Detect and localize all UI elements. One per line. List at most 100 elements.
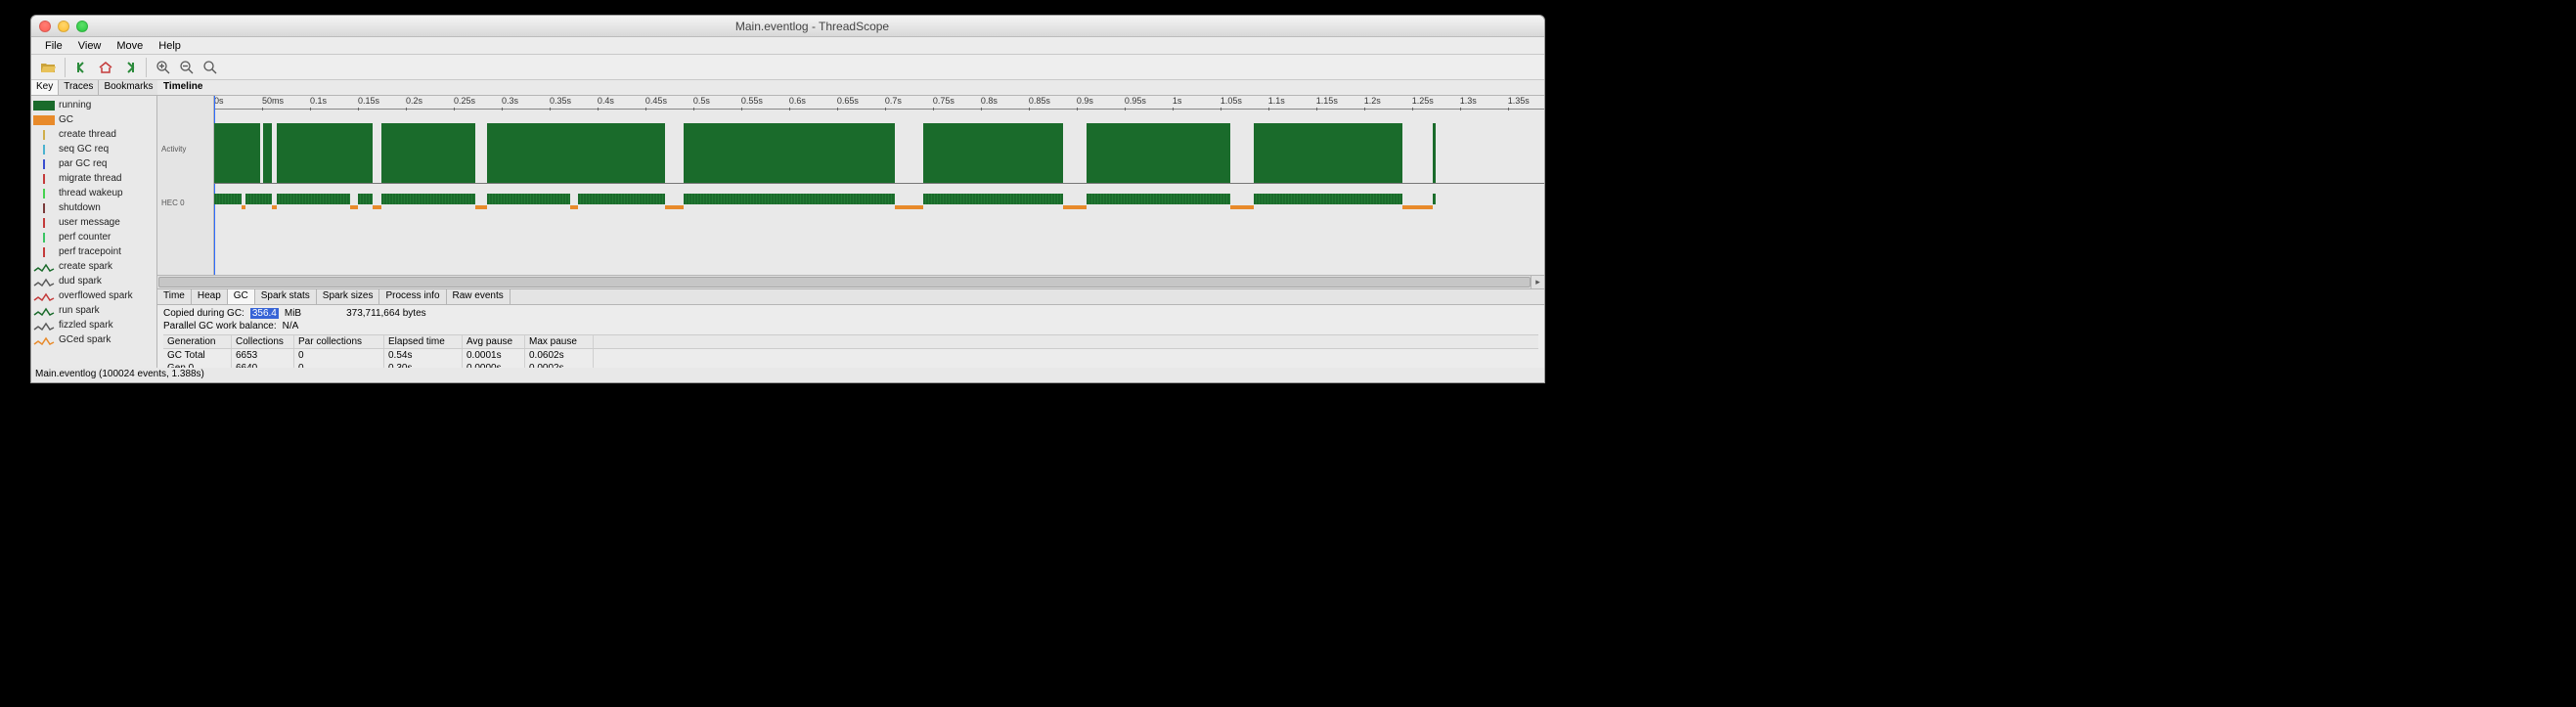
- sidebar-tabs: Key Traces Bookmarks: [31, 80, 156, 96]
- axis-tick: 1.15s: [1316, 96, 1338, 106]
- first-button[interactable]: [71, 57, 93, 78]
- legend-migrate-thread: migrate thread: [31, 171, 156, 186]
- sidebar-tab-key[interactable]: Key: [31, 80, 59, 95]
- col-avg-pause[interactable]: Avg pause: [463, 335, 525, 348]
- col-elapsed[interactable]: Elapsed time: [384, 335, 463, 348]
- tab-spark-sizes[interactable]: Spark sizes: [317, 289, 380, 304]
- home-button[interactable]: [95, 57, 116, 78]
- legend-user-message: user message: [31, 215, 156, 230]
- copied-mib: 356.4: [250, 308, 279, 319]
- axis-tick: 0.1s: [310, 96, 327, 106]
- hec-running-segment: [684, 194, 895, 204]
- close-icon[interactable]: [39, 21, 51, 32]
- gc-track: [214, 205, 1544, 209]
- activity-segment: [684, 123, 895, 184]
- legend-label: perf counter: [59, 232, 111, 243]
- tab-raw-events[interactable]: Raw events: [447, 289, 511, 304]
- menu-move[interactable]: Move: [109, 38, 151, 54]
- traffic-lights: [39, 21, 88, 32]
- axis-tick: 50ms: [262, 96, 284, 106]
- fizzled-spark-swatch: [33, 321, 55, 331]
- zoom-in-button[interactable]: [153, 57, 174, 78]
- track-label-activity: Activity: [161, 145, 186, 154]
- perf-tracepoint-swatch: [33, 247, 55, 257]
- window-title: Main.eventlog - ThreadScope: [88, 20, 1536, 33]
- axis-tick: 0.55s: [741, 96, 763, 106]
- tab-spark-stats[interactable]: Spark stats: [255, 289, 317, 304]
- copied-label: Copied during GC:: [163, 308, 244, 319]
- legend-label: run spark: [59, 305, 100, 316]
- timeline-header: Timeline: [157, 80, 1544, 96]
- legend-fizzled-spark: fizzled spark: [31, 318, 156, 332]
- legend-label: GC: [59, 114, 73, 125]
- activity-segment: [381, 123, 474, 184]
- axis-tick: 0.8s: [981, 96, 998, 106]
- gc-swatch: [33, 115, 55, 125]
- run-spark-swatch: [33, 306, 55, 316]
- legend-label: shutdown: [59, 202, 101, 213]
- hec-running-segment: [358, 194, 373, 204]
- activity-track: [214, 117, 1544, 184]
- legend-label: GCed spark: [59, 334, 111, 345]
- legend-perf-counter: perf counter: [31, 230, 156, 244]
- axis-tick: 0.65s: [837, 96, 859, 106]
- hec-running-segment: [923, 194, 1063, 204]
- scrollbar-thumb[interactable]: [158, 277, 1531, 287]
- legend-label: perf tracepoint: [59, 246, 121, 257]
- sidebar-tab-bookmarks[interactable]: Bookmarks: [99, 80, 158, 95]
- axis-tick: 1.2s: [1364, 96, 1381, 106]
- cell: 0.54s: [384, 349, 463, 362]
- zoom-icon[interactable]: [76, 21, 88, 32]
- dud-spark-swatch: [33, 277, 55, 287]
- activity-segment: [263, 123, 272, 184]
- seq-gc-req-swatch: [33, 145, 55, 155]
- col-generation[interactable]: Generation: [163, 335, 232, 348]
- toolbar: [31, 55, 1544, 80]
- col-collections[interactable]: Collections: [232, 335, 294, 348]
- legend-seq-gc-req: seq GC req: [31, 142, 156, 156]
- perf-counter-swatch: [33, 233, 55, 243]
- track-label-hec0: HEC 0: [161, 199, 185, 207]
- zoom-out-button[interactable]: [176, 57, 198, 78]
- timeline-body: Activity HEC 0 0s50ms0.1s0.15s0.2s0.25s0…: [157, 96, 1544, 288]
- copied-mib-unit: MiB: [285, 308, 301, 319]
- minimize-icon[interactable]: [58, 21, 69, 32]
- tab-time[interactable]: Time: [157, 289, 192, 304]
- tab-process-info[interactable]: Process info: [379, 289, 446, 304]
- gc-segment: [272, 205, 277, 209]
- gc-stats: Copied during GC: 356.4 MiB 373,711,664 …: [157, 305, 1544, 376]
- axis-tick: 1.1s: [1268, 96, 1285, 106]
- migrate-thread-swatch: [33, 174, 55, 184]
- activity-segment: [487, 123, 664, 184]
- menu-file[interactable]: File: [37, 38, 70, 54]
- menu-view[interactable]: View: [70, 38, 110, 54]
- sidebar: Key Traces Bookmarks runningGCcreate thr…: [31, 80, 157, 376]
- timeline-chart[interactable]: 0s50ms0.1s0.15s0.2s0.25s0.3s0.35s0.4s0.4…: [214, 96, 1544, 288]
- cell: 6653: [232, 349, 294, 362]
- legend-gced-spark: GCed spark: [31, 332, 156, 347]
- menu-help[interactable]: Help: [151, 38, 189, 54]
- axis-tick: 0.4s: [598, 96, 614, 106]
- axis-tick: 0s: [214, 96, 224, 106]
- bottom-tabs: TimeHeapGCSpark statsSpark sizesProcess …: [157, 289, 1544, 305]
- tab-gc[interactable]: GC: [228, 289, 255, 304]
- legend-create-spark: create spark: [31, 259, 156, 274]
- titlebar[interactable]: Main.eventlog - ThreadScope: [31, 16, 1544, 37]
- open-button[interactable]: [37, 57, 59, 78]
- legend-label: par GC req: [59, 158, 107, 169]
- tab-heap[interactable]: Heap: [192, 289, 228, 304]
- hec-running-segment: [381, 194, 474, 204]
- table-row[interactable]: GC Total665300.54s0.0001s0.0602s: [163, 349, 1538, 362]
- thread-wakeup-swatch: [33, 189, 55, 199]
- col-par-collections[interactable]: Par collections: [294, 335, 384, 348]
- main-panel: Timeline Activity HEC 0 0s50ms0.1s0.15s0…: [157, 80, 1544, 376]
- sidebar-tab-traces[interactable]: Traces: [59, 80, 99, 95]
- legend-dud-spark: dud spark: [31, 274, 156, 288]
- legend-running: running: [31, 98, 156, 112]
- zoom-fit-button[interactable]: [200, 57, 221, 78]
- axis-tick: 0.5s: [693, 96, 710, 106]
- horizontal-scrollbar[interactable]: ▸: [157, 275, 1544, 288]
- scrollbar-right-arrow-icon[interactable]: ▸: [1531, 276, 1544, 288]
- col-max-pause[interactable]: Max pause: [525, 335, 594, 348]
- last-button[interactable]: [118, 57, 140, 78]
